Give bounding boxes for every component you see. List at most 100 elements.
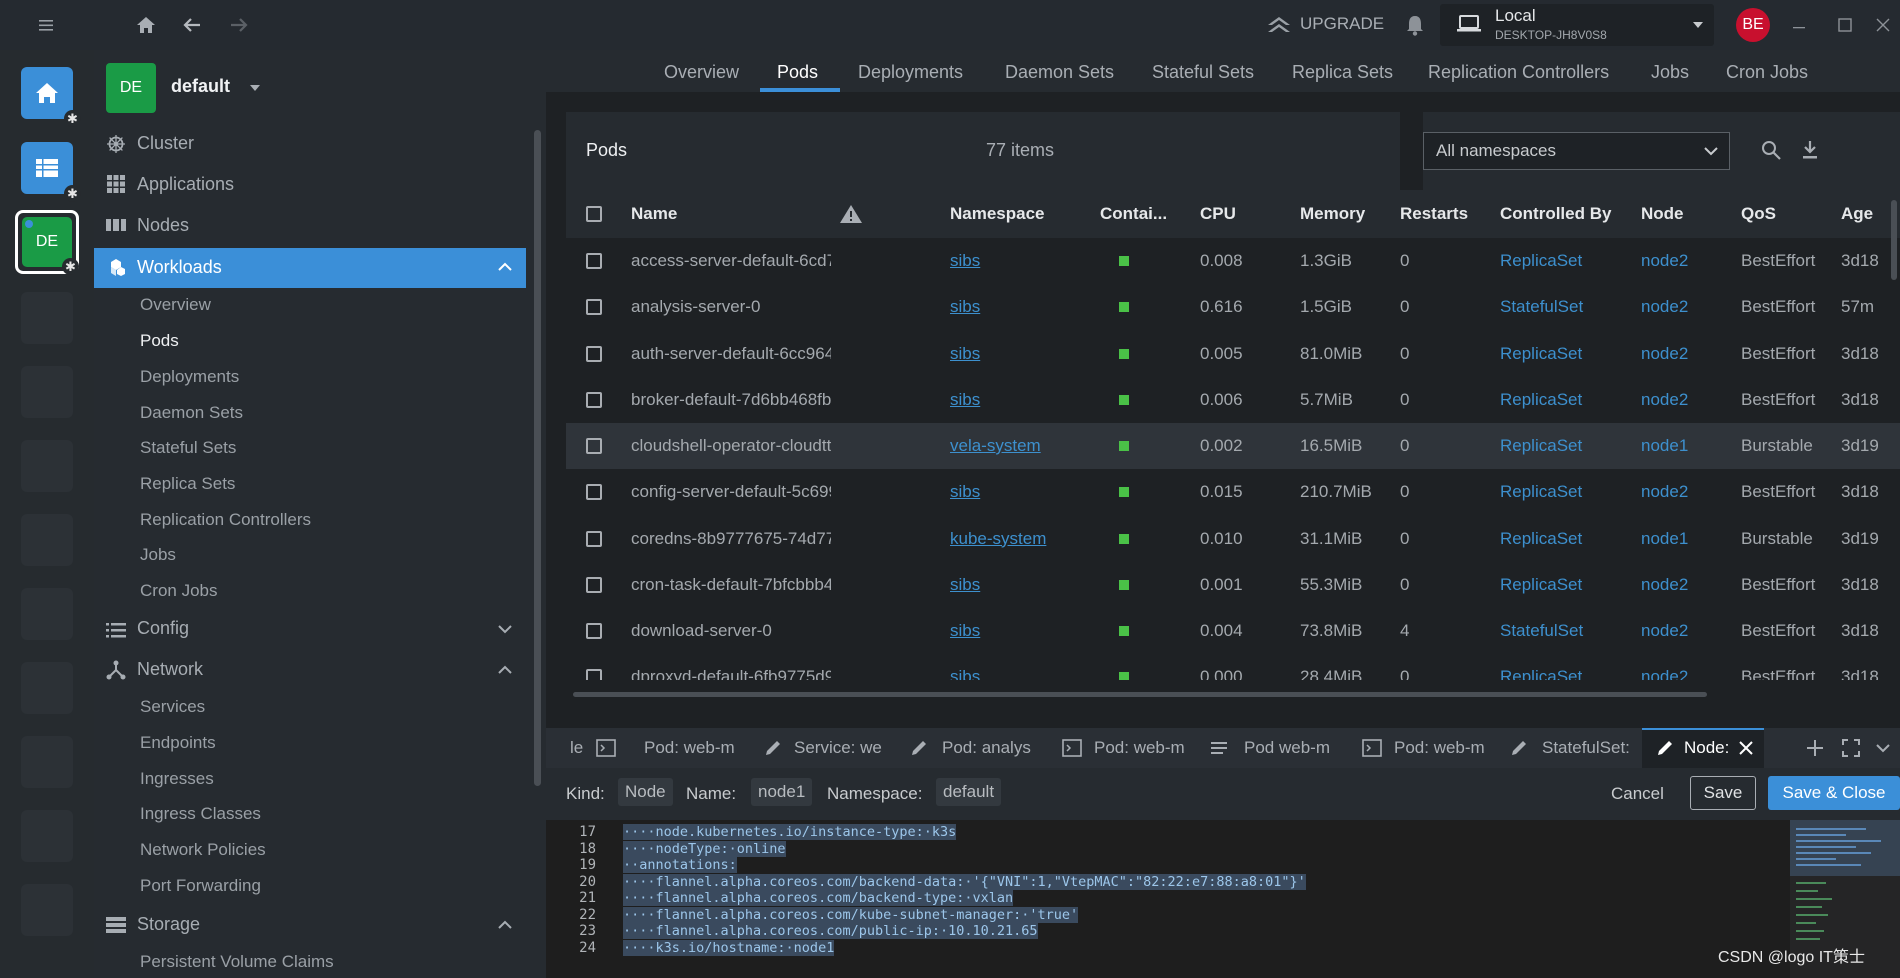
row-checkbox[interactable]	[586, 530, 602, 547]
pod-node-link[interactable]: node1	[1641, 436, 1731, 456]
table-row[interactable]: cron-task-default-7bfcbbb4d9-4z sibs 0.001…	[566, 562, 1900, 608]
dock-tab-service[interactable]: Service: we	[794, 728, 886, 768]
sidebar-scrollbar[interactable]	[534, 130, 541, 786]
avatar[interactable]: BE	[1736, 8, 1770, 42]
row-checkbox[interactable]	[586, 253, 602, 269]
sidebar-item-applications[interactable]: Applications	[137, 174, 234, 195]
hotbar-empty-slot[interactable]	[21, 884, 73, 936]
table-row[interactable]: cloudshell-operator-cloudtty-cor vela-sys…	[566, 423, 1900, 470]
hotbar-empty-slot[interactable]	[21, 810, 73, 862]
pod-namespace-link[interactable]: sibs	[950, 344, 1090, 364]
sidebar-item-workloads-pods[interactable]: Pods	[140, 331, 179, 351]
minimize-icon[interactable]	[1788, 14, 1810, 36]
pod-controlled-by-link[interactable]: ReplicaSet	[1500, 667, 1630, 680]
search-icon[interactable]	[1760, 139, 1782, 161]
sidebar-item-workloads-deployments[interactable]: Deployments	[140, 367, 239, 387]
cluster-selector[interactable]: Local DESKTOP-JH8V0S8	[1440, 4, 1714, 46]
pod-controlled-by-link[interactable]: ReplicaSet	[1500, 529, 1630, 549]
pod-namespace-link[interactable]: sibs	[950, 621, 1090, 641]
sidebar-item-network-endpoints[interactable]: Endpoints	[140, 733, 216, 753]
pod-namespace-link[interactable]: sibs	[950, 297, 1090, 317]
pod-node-link[interactable]: node2	[1641, 390, 1731, 410]
column-controlled-by[interactable]: Controlled By	[1500, 190, 1611, 238]
hotbar-home-button[interactable]: ✱	[21, 67, 81, 127]
sidebar-item-network-portforwarding[interactable]: Port Forwarding	[140, 876, 261, 896]
dock-tab-pod[interactable]: Pod: web-m	[1394, 728, 1486, 768]
tab-cronjobs[interactable]: Cron Jobs	[1726, 62, 1808, 83]
code-line[interactable]: ····nodeType:·online	[623, 840, 786, 857]
table-row[interactable]: download-server-0 sibs 0.004 73.8MiB 4 Statef…	[566, 608, 1900, 654]
column-namespace[interactable]: Namespace	[950, 190, 1045, 238]
code-line[interactable]: ····flannel.alpha.coreos.com/kube-subnet…	[623, 906, 1079, 923]
select-all-checkbox[interactable]	[586, 206, 602, 222]
row-checkbox[interactable]	[586, 438, 602, 454]
row-checkbox[interactable]	[586, 391, 602, 408]
sidebar-item-storage-pvc[interactable]: Persistent Volume Claims	[140, 952, 334, 972]
sidebar-item-network-policies[interactable]: Network Policies	[140, 840, 266, 860]
sidebar-item-workloads-jobs[interactable]: Jobs	[140, 545, 176, 565]
bell-icon[interactable]	[1404, 13, 1426, 37]
yaml-editor[interactable]: 17 ····node.kubernetes.io/instance-type:·…	[546, 820, 1900, 978]
column-name[interactable]: Name	[631, 190, 677, 238]
column-containers[interactable]: Contai...	[1100, 190, 1167, 238]
sidebar-item-network-services[interactable]: Services	[140, 697, 205, 717]
vertical-scrollbar[interactable]	[1891, 200, 1897, 280]
dock-tab-pod-logs[interactable]: Pod web-m	[1244, 728, 1336, 768]
hotbar-empty-slot[interactable]	[21, 736, 73, 788]
save-button[interactable]: Save	[1690, 776, 1756, 810]
hotbar-empty-slot[interactable]	[21, 292, 73, 344]
pod-controlled-by-link[interactable]: ReplicaSet	[1500, 344, 1630, 364]
pod-node-link[interactable]: node2	[1641, 621, 1731, 641]
pod-namespace-link[interactable]: sibs	[950, 575, 1090, 595]
sidebar-item-nodes[interactable]: Nodes	[137, 215, 189, 236]
save-close-button[interactable]: Save & Close	[1768, 776, 1900, 810]
table-row[interactable]: coredns-8b9777675-74d77 kube-system 0.010 3…	[566, 516, 1900, 562]
chevron-up-icon[interactable]	[498, 920, 512, 930]
pod-controlled-by-link[interactable]: ReplicaSet	[1500, 482, 1630, 502]
sidebar-item-cluster[interactable]: Cluster	[137, 133, 194, 154]
fullscreen-icon[interactable]	[1842, 739, 1860, 757]
add-tab-icon[interactable]	[1806, 739, 1824, 757]
sidebar-item-workloads-replicationcontrollers[interactable]: Replication Controllers	[140, 510, 311, 530]
column-memory[interactable]: Memory	[1300, 190, 1365, 238]
pod-node-link[interactable]: node2	[1641, 575, 1731, 595]
pod-node-link[interactable]: node2	[1641, 251, 1731, 271]
sidebar-item-workloads-cronjobs[interactable]: Cron Jobs	[140, 581, 217, 601]
pod-node-link[interactable]: node1	[1641, 529, 1731, 549]
download-icon[interactable]	[1800, 139, 1820, 161]
namespace-name[interactable]: default	[171, 76, 230, 97]
pod-controlled-by-link[interactable]: StatefulSet	[1500, 297, 1630, 317]
table-row[interactable]: config-server-default-5c699d46d sibs 0.015…	[566, 469, 1900, 515]
chevron-down-icon[interactable]	[498, 624, 512, 634]
pod-namespace-link[interactable]: vela-system	[950, 436, 1090, 456]
row-checkbox[interactable]	[586, 623, 602, 639]
sidebar-item-network[interactable]: Network	[137, 659, 203, 680]
sidebar-item-workloads-daemonsets[interactable]: Daemon Sets	[140, 403, 243, 423]
tab-replicasets[interactable]: Replica Sets	[1292, 62, 1393, 83]
dock-tab-pod[interactable]: Pod: web-m	[1094, 728, 1186, 768]
upgrade-label[interactable]: UPGRADE	[1300, 14, 1384, 34]
pod-node-link[interactable]: node2	[1641, 344, 1731, 364]
sidebar-item-storage[interactable]: Storage	[137, 914, 200, 935]
dock-tab-statefulset[interactable]: StatefulSet:	[1542, 728, 1636, 768]
tab-daemonsets[interactable]: Daemon Sets	[1005, 62, 1114, 83]
code-line[interactable]: ····node.kubernetes.io/instance-type:·k3…	[623, 824, 957, 840]
tab-jobs[interactable]: Jobs	[1651, 62, 1689, 83]
chevron-down-icon[interactable]	[1876, 743, 1890, 753]
sidebar-item-config[interactable]: Config	[137, 618, 189, 639]
pod-namespace-link[interactable]: kube-system	[950, 529, 1090, 549]
column-qos[interactable]: QoS	[1741, 190, 1776, 238]
row-checkbox[interactable]	[586, 484, 602, 501]
hotbar-empty-slot[interactable]	[21, 366, 73, 418]
table-row[interactable]: auth-server-default-6cc964585-f sibs 0.005…	[566, 331, 1900, 377]
menu-icon[interactable]	[34, 13, 58, 37]
back-arrow-icon[interactable]	[180, 13, 204, 37]
upgrade-icon[interactable]	[1266, 13, 1292, 37]
row-checkbox[interactable]	[586, 299, 602, 316]
sidebar-item-workloads-replicasets[interactable]: Replica Sets	[140, 474, 235, 494]
home-icon[interactable]	[134, 13, 158, 37]
hotbar-catalog-button[interactable]: ✱	[21, 142, 81, 202]
pod-controlled-by-link[interactable]: ReplicaSet	[1500, 575, 1630, 595]
sidebar-item-workloads[interactable]: Workloads	[94, 248, 526, 288]
tab-overview[interactable]: Overview	[664, 62, 739, 83]
